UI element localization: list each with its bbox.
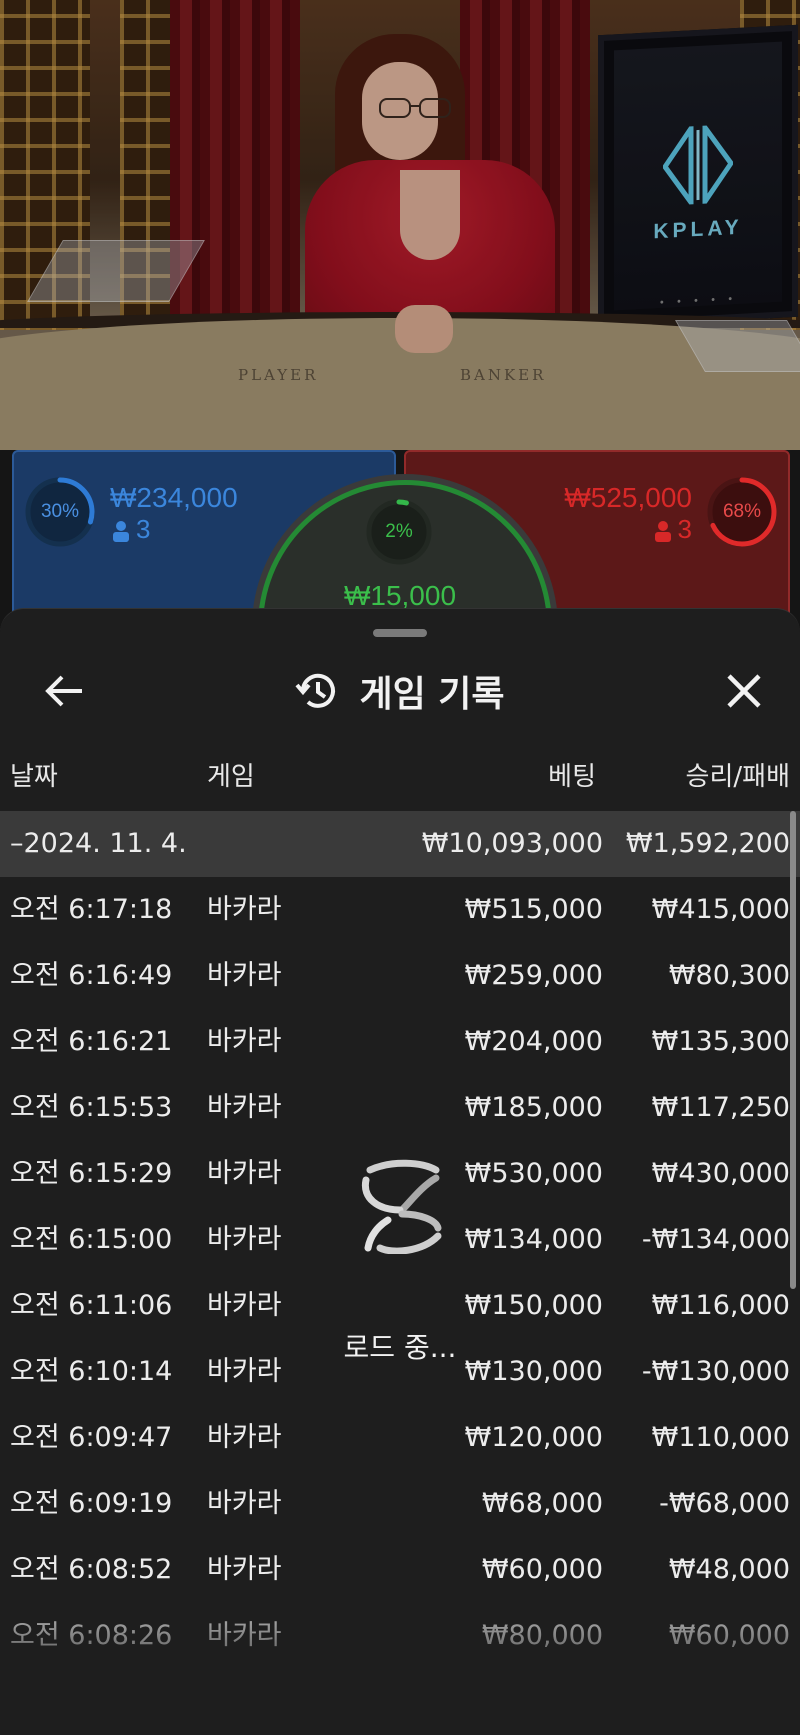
history-row-game: 바카라 xyxy=(207,1356,282,1387)
column-header-game: 게임 xyxy=(207,762,255,792)
history-row[interactable]: 오전 6:15:53 바카라 ₩185,000 ₩117,250 xyxy=(0,1075,800,1141)
player-bettor-count-value: 3 xyxy=(136,514,151,544)
history-row-win-loss: -₩134,000 xyxy=(641,1224,790,1255)
person-icon xyxy=(654,521,671,543)
history-row-game: 바카라 xyxy=(207,1158,282,1189)
player-percent-ring: 30% xyxy=(24,476,96,548)
history-row-time: 오전 6:16:21 xyxy=(10,1026,173,1057)
column-header-win-loss: 승리/패배 xyxy=(685,762,790,792)
column-header-bet: 베팅 xyxy=(548,762,596,792)
history-row-game: 바카라 xyxy=(207,1026,282,1057)
history-row-win-loss: ₩135,300 xyxy=(651,1026,790,1057)
history-row-win-loss: ₩430,000 xyxy=(651,1158,790,1189)
player-bet-amount: ₩234,000 xyxy=(110,482,238,513)
player-bettor-count: 3 xyxy=(112,514,150,545)
player-percent: 30% xyxy=(40,501,80,522)
history-row-game: 바카라 xyxy=(207,1224,282,1255)
date-group-bet-total: ₩10,093,000 xyxy=(421,828,603,859)
tie-percent: 2% xyxy=(385,521,413,542)
history-row-win-loss: ₩80,300 xyxy=(668,960,790,991)
sheet-header: 게임 기록 xyxy=(0,663,800,719)
banker-bet-amount: ₩525,000 xyxy=(564,482,692,513)
history-row-win-loss: ₩415,000 xyxy=(651,894,790,925)
history-row-time: 오전 6:16:49 xyxy=(10,960,173,991)
history-row-time: 오전 6:09:47 xyxy=(10,1422,173,1453)
history-row-time: 오전 6:11:06 xyxy=(10,1290,173,1321)
date-group-win-loss-total: ₩1,592,200 xyxy=(625,828,790,859)
history-row-game: 바카라 xyxy=(207,894,282,925)
close-button[interactable] xyxy=(716,663,772,719)
loading-spinner-icon xyxy=(361,1159,442,1254)
close-icon xyxy=(727,674,761,708)
history-row-win-loss: ₩116,000 xyxy=(651,1290,790,1321)
sheet-drag-handle[interactable] xyxy=(373,629,427,637)
history-row-game: 바카라 xyxy=(207,1290,282,1321)
history-row-time: 오전 6:15:29 xyxy=(10,1158,173,1189)
scrollbar[interactable] xyxy=(790,811,796,1289)
tie-percent-ring: 2% xyxy=(365,498,433,566)
history-row-bet: ₩530,000 xyxy=(464,1158,603,1189)
history-clock-icon xyxy=(295,673,336,708)
history-row-game: 바카라 xyxy=(207,960,282,991)
banker-percent-ring: 68% xyxy=(706,476,778,548)
list-fade-overlay xyxy=(0,1579,800,1735)
history-row-game: 바카라 xyxy=(207,1092,282,1123)
page-title: 게임 기록 xyxy=(359,674,505,715)
history-row[interactable]: 오전 6:17:18 바카라 ₩515,000 ₩415,000 xyxy=(0,877,800,943)
date-group-label: –2024. 11. 4. xyxy=(10,828,187,859)
history-row-win-loss: ₩117,250 xyxy=(651,1092,790,1123)
history-row[interactable]: 오전 6:16:49 바카라 ₩259,000 ₩80,300 xyxy=(0,943,800,1009)
history-row-game: 바카라 xyxy=(207,1488,282,1519)
history-row-bet: ₩204,000 xyxy=(464,1026,603,1057)
history-row-bet: ₩185,000 xyxy=(464,1092,603,1123)
history-row-bet: ₩134,000 xyxy=(464,1224,603,1255)
history-row-win-loss: -₩130,000 xyxy=(641,1356,790,1387)
history-row[interactable]: 오전 6:09:19 바카라 ₩68,000 -₩68,000 xyxy=(0,1471,800,1537)
person-icon xyxy=(113,521,129,543)
loading-text: 로드 중... xyxy=(343,1331,457,1364)
banker-bettor-count-value: 3 xyxy=(677,514,692,544)
history-row-win-loss: -₩68,000 xyxy=(659,1488,790,1519)
history-row[interactable]: 오전 6:16:21 바카라 ₩204,000 ₩135,300 xyxy=(0,1009,800,1075)
date-group-row[interactable]: –2024. 11. 4. ₩10,093,000 ₩1,592,200 xyxy=(0,811,800,877)
history-row-win-loss: ₩110,000 xyxy=(651,1422,790,1453)
history-row-bet: ₩120,000 xyxy=(464,1422,603,1453)
history-row-time: 오전 6:10:14 xyxy=(10,1356,173,1387)
history-row-time: 오전 6:09:19 xyxy=(10,1488,173,1519)
history-row-time: 오전 6:15:53 xyxy=(10,1092,173,1123)
banker-percent: 68% xyxy=(722,501,762,522)
history-row-bet: ₩259,000 xyxy=(464,960,603,991)
history-row-time: 오전 6:15:00 xyxy=(10,1224,173,1255)
history-row-time: 오전 6:17:18 xyxy=(10,894,173,925)
live-dealer-video: KPLAY • • • • • PLAYER BANKER xyxy=(0,0,800,450)
history-row-bet: ₩68,000 xyxy=(481,1488,603,1519)
history-row[interactable]: 오전 6:09:47 바카라 ₩120,000 ₩110,000 xyxy=(0,1405,800,1471)
history-row-game: 바카라 xyxy=(207,1422,282,1453)
banker-bettor-count: 3 xyxy=(654,514,692,545)
history-row-bet: ₩515,000 xyxy=(464,894,603,925)
column-header-date: 날짜 xyxy=(10,762,58,792)
